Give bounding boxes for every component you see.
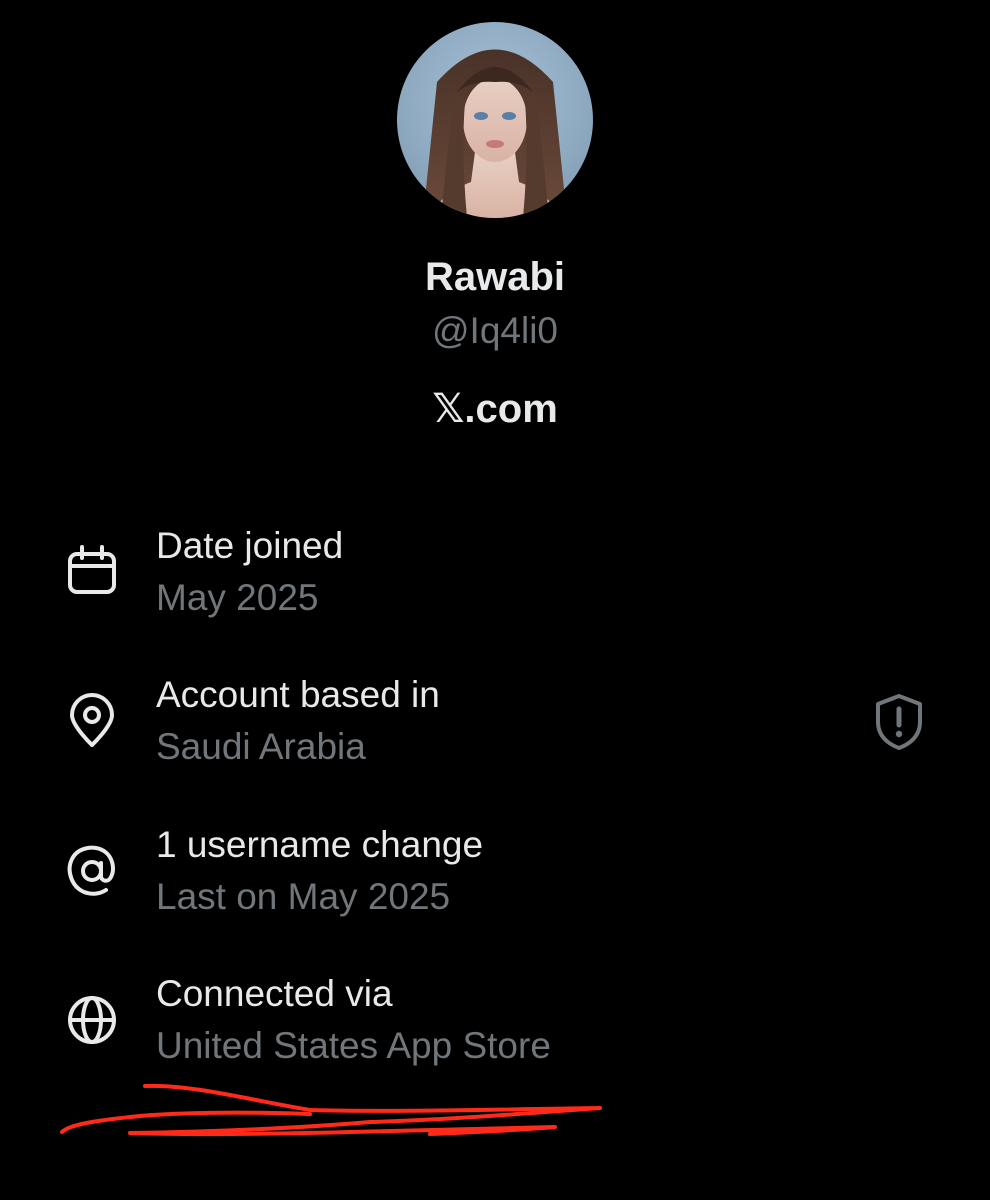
display-name: Rawabi [424, 255, 566, 299]
detail-value: Last on May 2025 [156, 876, 451, 917]
at-sign-icon [67, 845, 115, 896]
detail-title: Account based in [156, 674, 440, 715]
avatar[interactable] [397, 22, 593, 218]
location-pin-icon [70, 693, 114, 747]
detail-title: Date joined [156, 525, 344, 566]
detail-row-date-joined: Date joined May 2025 [0, 522, 990, 632]
detail-value: May 2025 [156, 577, 319, 618]
detail-row-connected-via: Connected via United States App Store [0, 970, 990, 1080]
detail-row-account-based-in: Account based in Saudi Arabia [0, 671, 990, 781]
red-scribble-annotation [60, 1083, 602, 1137]
globe-icon [68, 996, 116, 1044]
detail-row-username-change: 1 username change Last on May 2025 [0, 821, 990, 931]
detail-title: Connected via [156, 973, 393, 1014]
avatar-image [397, 22, 593, 218]
detail-value: United States App Store [156, 1025, 551, 1066]
site-label: 𝕏.com [432, 387, 558, 431]
detail-title: 1 username change [156, 824, 484, 865]
username-handle: @Iq4li0 [431, 310, 558, 351]
detail-value: Saudi Arabia [156, 726, 366, 767]
calendar-icon [68, 545, 116, 594]
shield-warning-icon[interactable] [872, 692, 926, 752]
